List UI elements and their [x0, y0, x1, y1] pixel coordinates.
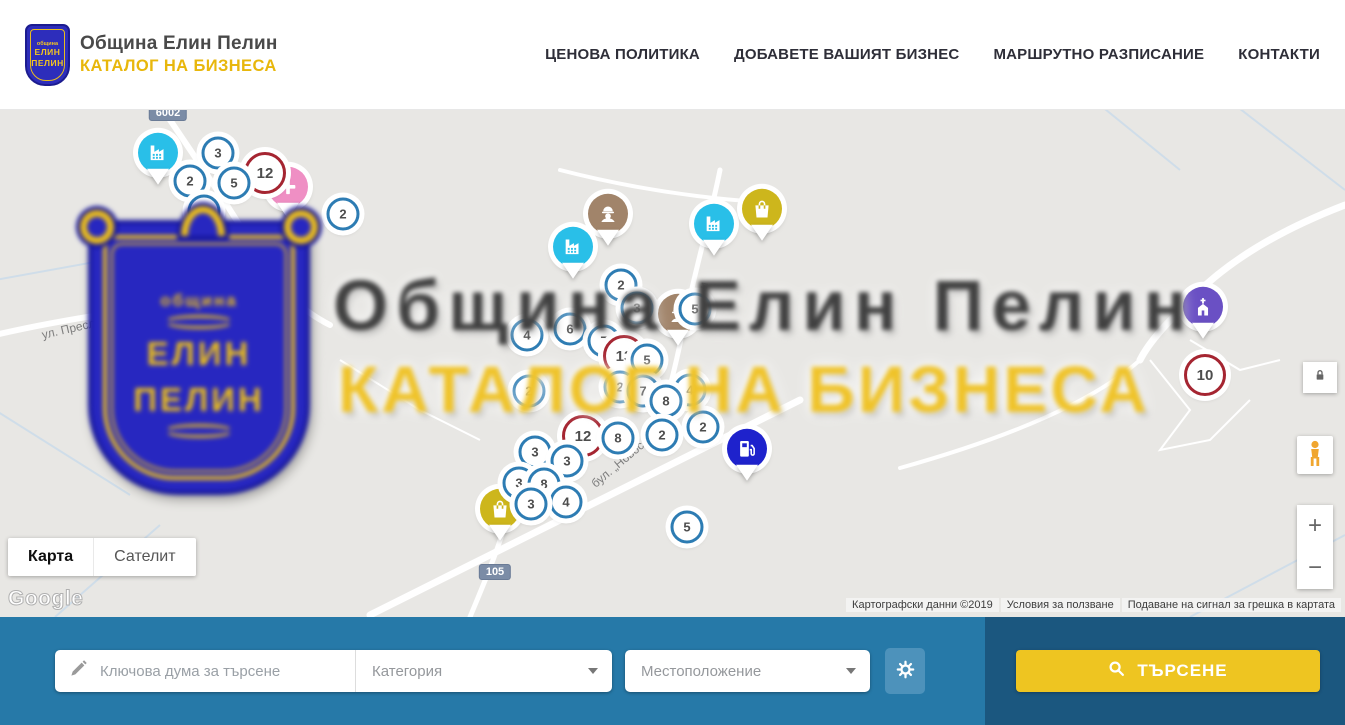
google-logo[interactable]: Google [8, 587, 83, 611]
search-button[interactable]: ТЪРСЕНЕ [1016, 650, 1320, 692]
cluster-marker[interactable]: 3 [515, 488, 548, 521]
site-title: Община Елин Пелин [80, 33, 278, 55]
nav-item-contacts[interactable]: КОНТАКТИ [1238, 46, 1320, 63]
business-pin-fuel[interactable] [727, 429, 767, 469]
location-select[interactable]: Местоположение [625, 650, 870, 692]
business-pin-factory[interactable] [138, 133, 178, 173]
cluster-marker[interactable]: 5 [218, 167, 251, 200]
cluster-marker[interactable]: 2 [327, 198, 360, 231]
map-canvas[interactable]: 6002105ул. Преславбул. „Новоселции 31225… [0, 110, 1345, 617]
zoom-in-button[interactable]: + [1297, 505, 1333, 547]
cluster-marker[interactable]: 2 [513, 375, 546, 408]
map-attribution: Картографски данни ©2019Условия за ползв… [846, 598, 1341, 612]
chevron-down-icon [588, 668, 598, 674]
crest-line1: ЕЛИН [35, 48, 61, 58]
cluster-marker[interactable]: 3 [621, 292, 654, 325]
category-select-label: Категория [372, 663, 442, 680]
search-icon [1108, 660, 1125, 682]
municipality-crest-icon: община ЕЛИН ПЕЛИН [25, 24, 70, 86]
cluster-marker[interactable]: 8 [602, 422, 635, 455]
category-select[interactable]: Категория [356, 650, 612, 692]
main-nav: ЦЕНОВА ПОЛИТИКА ДОБАВЕТЕ ВАШИЯТ БИЗНЕС МАР… [545, 46, 1320, 63]
cluster-marker[interactable]: 12 [244, 152, 286, 194]
business-pin-factory[interactable] [694, 204, 734, 244]
cluster-marker[interactable]: 10 [1184, 354, 1226, 396]
chevron-down-icon [846, 668, 856, 674]
cluster-marker[interactable]: 2 [188, 195, 221, 228]
keyword-cell [55, 659, 355, 683]
cluster-marker[interactable]: 4 [511, 319, 544, 352]
nav-item-pricing[interactable]: ЦЕНОВА ПОЛИТИКА [545, 46, 700, 63]
search-bar: Категория Местоположение ТЪРСЕНЕ [0, 617, 1345, 725]
keyword-category-group: Категория [55, 650, 612, 692]
map-type-satellite-button[interactable]: Сателит [93, 538, 195, 576]
zoom-control: + − [1297, 505, 1333, 589]
nav-item-transport-schedule[interactable]: МАРШРУТНО РАЗПИСАНИЕ [993, 46, 1204, 63]
zoom-out-button[interactable]: − [1297, 547, 1333, 589]
pegman-icon [1303, 439, 1327, 472]
site-logo[interactable]: община ЕЛИН ПЕЛИН Община Елин Пелин КАТА… [25, 24, 278, 86]
cluster-marker[interactable]: 2 [174, 165, 207, 198]
search-bar-right: ТЪРСЕНЕ [985, 617, 1345, 725]
cluster-marker[interactable]: 6 [554, 313, 587, 346]
cluster-marker[interactable]: 2 [646, 419, 679, 452]
business-pin-factory[interactable] [553, 227, 593, 267]
cluster-marker[interactable]: 5 [671, 511, 704, 544]
keyword-input[interactable] [100, 663, 340, 680]
cluster-marker[interactable]: 5 [679, 293, 712, 326]
nav-item-add-business[interactable]: ДОБАВЕТЕ ВАШИЯТ БИЗНЕС [734, 46, 959, 63]
site-subtitle: КАТАЛОГ НА БИЗНЕСА [80, 57, 278, 76]
pencil-icon [69, 659, 88, 683]
crest-top-text: община [37, 41, 58, 47]
brand-text: Община Елин Пелин КАТАЛОГ НА БИЗНЕСА [80, 33, 278, 76]
lock-control[interactable] [1303, 362, 1337, 393]
attribution-text: Картографски данни ©2019 [846, 598, 999, 612]
business-pin-church[interactable] [1183, 287, 1223, 327]
cluster-marker[interactable]: 3 [519, 436, 552, 469]
cluster-marker[interactable]: 2 [687, 411, 720, 444]
search-bar-left: Категория Местоположение [0, 617, 985, 725]
crest-line2: ПЕЛИН [31, 59, 64, 69]
cluster-marker[interactable]: 5 [631, 344, 664, 377]
marker-layer: 31225222356471351024278221283338435 [0, 110, 1345, 617]
location-select-label: Местоположение [641, 663, 761, 680]
street-view-pegman[interactable] [1297, 436, 1333, 474]
map-type-control: Карта Сателит [8, 538, 196, 576]
map-type-map-button[interactable]: Карта [8, 538, 93, 576]
attribution-link[interactable]: Условия за ползване [1001, 598, 1120, 612]
advanced-settings-button[interactable] [885, 648, 925, 694]
attribution-link[interactable]: Подаване на сигнал за грешка в картата [1122, 598, 1341, 612]
business-pin-worker[interactable] [588, 194, 628, 234]
header: община ЕЛИН ПЕЛИН Община Елин Пелин КАТА… [0, 0, 1345, 110]
cluster-marker[interactable]: 4 [550, 486, 583, 519]
cluster-marker[interactable]: 8 [650, 385, 683, 418]
business-pin-bag[interactable] [742, 189, 782, 229]
gear-icon [895, 659, 916, 683]
search-button-label: ТЪРСЕНЕ [1137, 661, 1227, 681]
cluster-marker[interactable]: 3 [202, 137, 235, 170]
lock-icon [1312, 367, 1328, 388]
page: община ЕЛИН ПЕЛИН Община Елин Пелин КАТА… [0, 0, 1345, 725]
